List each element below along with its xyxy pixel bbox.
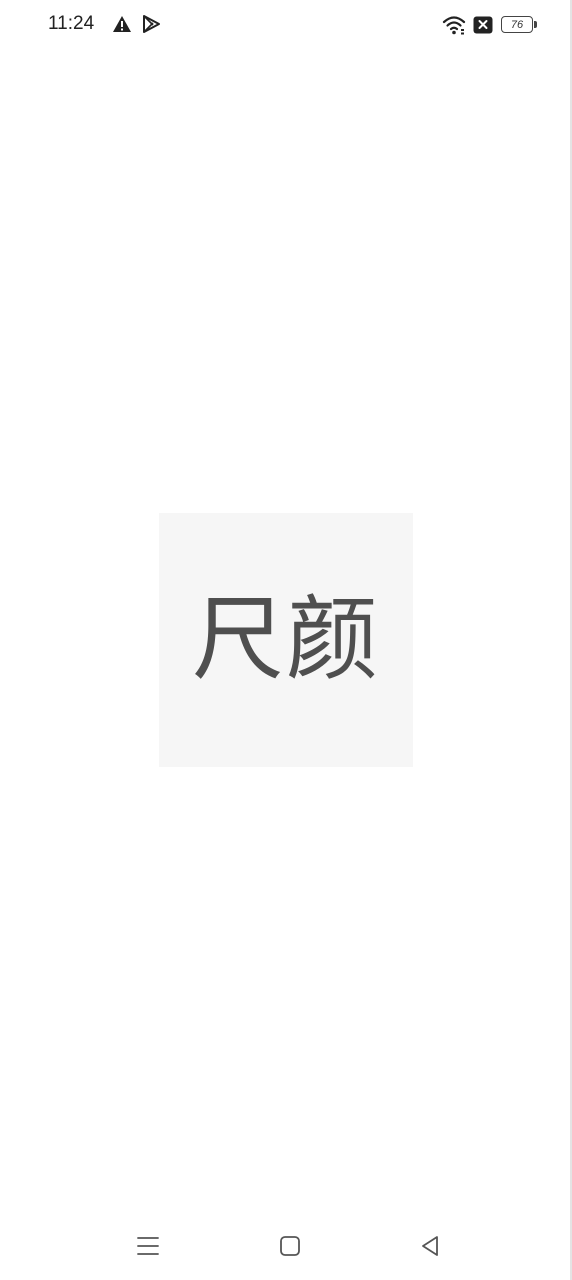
- app-name: 尺颜: [191, 586, 380, 693]
- battery-level: 76: [510, 18, 524, 31]
- play-store-icon: [141, 14, 161, 38]
- wifi-icon: [442, 14, 466, 40]
- status-time: 11:24: [48, 13, 95, 34]
- back-button[interactable]: [410, 1228, 450, 1264]
- app-screen: 11:24 76 尺颜: [0, 0, 572, 1280]
- battery-tip: [534, 21, 537, 28]
- home-button[interactable]: [270, 1228, 310, 1264]
- navigation-bar: [0, 1210, 572, 1280]
- menu-icon: [137, 1237, 159, 1255]
- splash-logo: 尺颜: [159, 513, 413, 767]
- home-icon: [280, 1236, 300, 1256]
- back-icon: [422, 1236, 438, 1256]
- warning-icon: [112, 14, 132, 38]
- no-sim-icon: [473, 16, 493, 38]
- menu-button[interactable]: [128, 1228, 168, 1264]
- status-bar: 11:24 76: [0, 0, 572, 50]
- battery-indicator: 76: [501, 16, 533, 33]
